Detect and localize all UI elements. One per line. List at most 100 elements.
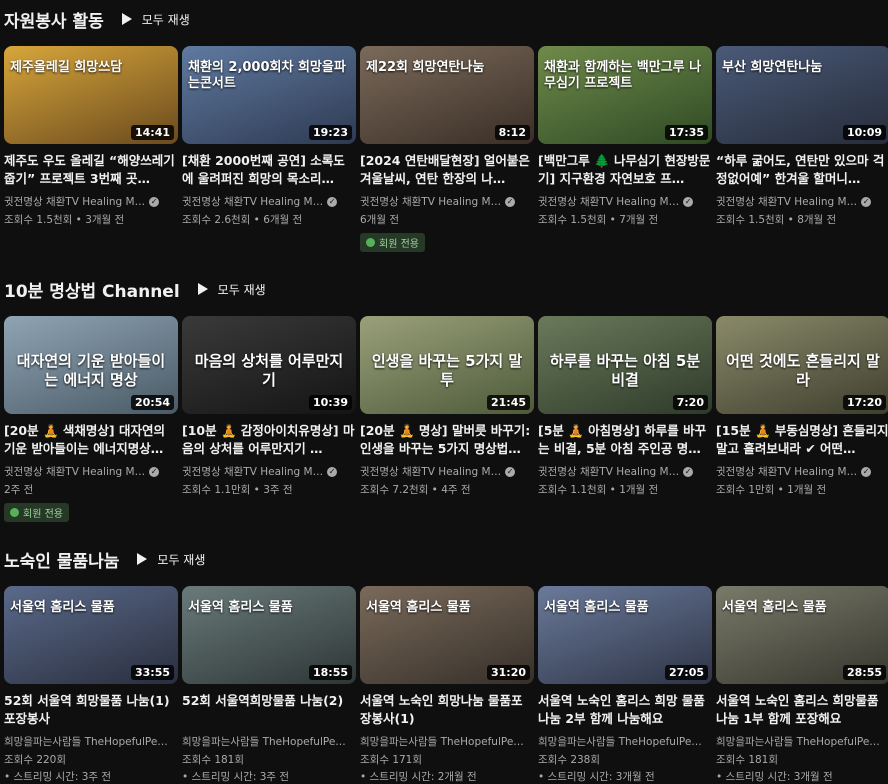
video-title[interactable]: [5분 🧘 아침명상] 하루를 바꾸는 비결, 5분 아침 주인공 명… [538,422,712,458]
video-thumbnail[interactable]: 어떤 것에도 흔들리지 말라 17:20 [716,316,888,414]
video-thumbnail[interactable]: 서울역 홈리스 물품 33:55 [4,586,178,684]
channel-name-text: 희망을파는사람들 TheHopefulPe… [182,736,346,748]
video-card[interactable]: 하루를 바꾸는 아침 5분 비결 7:20 [5분 🧘 아침명상] 하루를 바꾸는 … [538,316,712,497]
video-metadata: 조회수 1.5천회 • 3개월 전 [4,214,125,226]
video-thumbnail[interactable]: 제주올레길 희망쓰담 14:41 [4,46,178,144]
shelf-title[interactable]: 노숙인 물품나눔 [4,547,119,572]
verified-icon: ✓ [149,196,160,207]
members-icon [10,508,19,517]
duration-badge: 14:41 [130,125,174,140]
video-title[interactable]: 서울역 노숙인 희망나눔 물품포장봉사(1) [360,692,534,728]
thumbnail-caption: 채환의 2,000회차 희망을파는콘서트 [188,60,346,92]
channel-name-text: 희망을파는사람들 TheHopefulPe… [4,736,168,748]
channel-name[interactable]: 귓전명상 채환TV Healing M… ✓ [538,194,712,209]
thumbnail-caption: 하루를 바꾸는 아침 5분 비결 [549,352,701,389]
video-title-text: [10분 🧘 감정아이치유명상] 마음의 상처를 어루만지기 … [182,423,355,456]
channel-name[interactable]: 희망을파는사람들 TheHopefulPe… [4,734,178,749]
video-card[interactable]: 마음의 상처를 어루만지기 10:39 [10분 🧘 감정아이치유명상] 마음의 상… [182,316,356,497]
video-thumbnail[interactable]: 대자연의 기운 받아들이는 에너지 명상 20:54 [4,316,178,414]
video-title[interactable]: 제주도 우도 올레길 “해양쓰레기줍기” 프로젝트 3번째 곳… [4,152,178,188]
video-metadata: 조회수 2.6천회 • 6개월 전 [182,214,303,226]
shelf-title[interactable]: 자원봉사 활동 [4,7,104,32]
video-title[interactable]: [20분 🧘 색채명상] 대자연의 기운 받아들이는 에너지명상… [4,422,178,458]
play-all-button[interactable]: 모두 재생 [197,281,266,298]
video-card[interactable]: 대자연의 기운 받아들이는 에너지 명상 20:54 [20분 🧘 색채명상] 대자… [4,316,178,522]
video-title[interactable]: [채환 2000번째 공연] 소록도에 울려퍼진 희망의 목소리… [182,152,356,188]
video-title[interactable]: [2024 연탄배달현장] 얼어붙은 겨울날씨, 연탄 한장의 나… [360,152,534,188]
video-card[interactable]: 서울역 홈리스 물품 27:05 서울역 노숙인 홈리스 희망 물품 나눔 2부 함… [538,586,712,784]
channel-name[interactable]: 희망을파는사람들 TheHopefulPe… [360,734,534,749]
channel-name[interactable]: 귓전명상 채환TV Healing M… ✓ [360,464,534,479]
verified-icon: ✓ [861,196,872,207]
video-title[interactable]: [20분 🧘 명상] 말버릇 바꾸기: 인생을 바꾸는 5가지 명상법… [360,422,534,458]
channel-name[interactable]: 귓전명상 채환TV Healing M… ✓ [4,194,178,209]
video-metadata: 조회수 1.5천회 • 8개월 전 [716,214,837,226]
verified-icon: ✓ [327,196,338,207]
video-title[interactable]: [10분 🧘 감정아이치유명상] 마음의 상처를 어루만지기 … [182,422,356,458]
video-thumbnail[interactable]: 서울역 홈리스 물품 28:55 [716,586,888,684]
duration-badge: 28:55 [842,665,886,680]
video-card[interactable]: 부산 희망연탄나눔 10:09 “하루 굶어도, 연탄만 있으마 걱정없어예” 한겨… [716,46,888,227]
video-card[interactable]: 제22회 희망연탄나눔 8:12 [2024 연탄배달현장] 얼어붙은 겨울날씨, … [360,46,534,252]
video-card[interactable]: 채환의 2,000회차 희망을파는콘서트 19:23 [채환 2000번째 공연] … [182,46,356,227]
video-title-text: 52회 서울역 희망물품 나눔(1) 포장봉사 [4,693,170,726]
verified-icon: ✓ [505,466,516,477]
video-thumbnail[interactable]: 하루를 바꾸는 아침 5분 비결 7:20 [538,316,712,414]
video-thumbnail[interactable]: 서울역 홈리스 물품 18:55 [182,586,356,684]
channel-name[interactable]: 귓전명상 채환TV Healing M… ✓ [716,194,888,209]
channel-name-text: 귓전명상 채환TV Healing M… [360,466,502,478]
play-all-button[interactable]: 모두 재생 [121,11,190,28]
video-metadata: 조회수 1.1천회 • 1개월 전 [538,484,659,496]
video-card[interactable]: 서울역 홈리스 물품 18:55 52회 서울역희망물품 나눔(2) 희망을파는사람들… [182,586,356,784]
video-title-text: 제주도 우도 올레길 “해양쓰레기줍기” 프로젝트 3번째 곳… [4,153,175,186]
channel-name[interactable]: 희망을파는사람들 TheHopefulPe… [716,734,888,749]
video-card[interactable]: 서울역 홈리스 물품 33:55 52회 서울역 희망물품 나눔(1) 포장봉사희망… [4,586,178,784]
channel-name[interactable]: 귓전명상 채환TV Healing M… ✓ [360,194,534,209]
video-card[interactable]: 인생을 바꾸는 5가지 말투 21:45 [20분 🧘 명상] 말버릇 바꾸기: 인… [360,316,534,497]
video-title[interactable]: 52회 서울역희망물품 나눔(2) [182,692,356,728]
shelf-title[interactable]: 10분 명상법 Channel [4,277,180,302]
video-title[interactable]: [15분 🧘 부동심명상] 흔들리지 말고 흘려보내라 ✔ 어떤… [716,422,888,458]
channel-name[interactable]: 귓전명상 채환TV Healing M… ✓ [716,464,888,479]
video-thumbnail[interactable]: 제22회 희망연탄나눔 8:12 [360,46,534,144]
video-title[interactable]: 52회 서울역 희망물품 나눔(1) 포장봉사 [4,692,178,728]
video-thumbnail[interactable]: 인생을 바꾸는 5가지 말투 21:45 [360,316,534,414]
stream-time: • 스트리밍 시간: 3개월 전 [716,771,833,783]
duration-badge: 10:09 [842,125,886,140]
channel-name-text: 귓전명상 채환TV Healing M… [538,196,680,208]
shelf-header: 자원봉사 활동 모두 재생 [4,4,190,34]
video-thumbnail[interactable]: 채환의 2,000회차 희망을파는콘서트 19:23 [182,46,356,144]
video-metadata: 조회수 171회 [360,754,423,766]
channel-name[interactable]: 희망을파는사람들 TheHopefulPe… [538,734,712,749]
channel-name[interactable]: 귓전명상 채환TV Healing M… ✓ [182,194,356,209]
video-thumbnail[interactable]: 서울역 홈리스 물품 31:20 [360,586,534,684]
channel-name[interactable]: 귓전명상 채환TV Healing M… ✓ [538,464,712,479]
thumbnail-caption: 제주올레길 희망쓰담 [10,60,123,75]
duration-badge: 33:55 [130,665,174,680]
channel-name[interactable]: 희망을파는사람들 TheHopefulPe… [182,734,356,749]
duration-badge: 8:12 [494,125,530,140]
video-card[interactable]: 제주올레길 희망쓰담 14:41 제주도 우도 올레길 “해양쓰레기줍기” 프로젝트… [4,46,178,227]
video-title[interactable]: 서울역 노숙인 홈리스 희망물품 나눔 1부 함께 포장해요 [716,692,888,728]
video-thumbnail[interactable]: 서울역 홈리스 물품 27:05 [538,586,712,684]
channel-name[interactable]: 귓전명상 채환TV Healing M… ✓ [4,464,178,479]
shelf-header: 10분 명상법 Channel 모두 재생 [4,274,266,304]
video-title[interactable]: 서울역 노숙인 홈리스 희망 물품 나눔 2부 함께 나눔해요 [538,692,712,728]
video-thumbnail[interactable]: 부산 희망연탄나눔 10:09 [716,46,888,144]
stream-time: • 스트리밍 시간: 2개월 전 [360,771,477,783]
video-metadata: 6개월 전 [360,214,399,226]
video-title[interactable]: “하루 굶어도, 연탄만 있으마 걱정없어예” 한겨울 할머니… [716,152,888,188]
video-thumbnail[interactable]: 마음의 상처를 어루만지기 10:39 [182,316,356,414]
video-card[interactable]: 서울역 홈리스 물품 28:55 서울역 노숙인 홈리스 희망물품 나눔 1부 함께… [716,586,888,784]
video-card[interactable]: 채환과 함께하는 백만그루 나무심기 프로젝트 17:35 [백만그루 🌲 나무심기… [538,46,712,227]
video-title-text: [5분 🧘 아침명상] 하루를 바꾸는 비결, 5분 아침 주인공 명… [538,423,707,456]
video-card[interactable]: 서울역 홈리스 물품 31:20 서울역 노숙인 희망나눔 물품포장봉사(1) 희망을… [360,586,534,784]
video-card[interactable]: 어떤 것에도 흔들리지 말라 17:20 [15분 🧘 부동심명상] 흔들리지 말고… [716,316,888,497]
channel-name-text: 희망을파는사람들 TheHopefulPe… [716,736,880,748]
duration-badge: 17:20 [842,395,886,410]
video-title[interactable]: [백만그루 🌲 나무심기 현장방문기] 지구환경 자연보호 프… [538,152,712,188]
video-thumbnail[interactable]: 채환과 함께하는 백만그루 나무심기 프로젝트 17:35 [538,46,712,144]
play-all-button[interactable]: 모두 재생 [137,551,205,568]
channel-name[interactable]: 귓전명상 채환TV Healing M… ✓ [182,464,356,479]
stream-time: • 스트리밍 시간: 3개월 전 [538,771,655,783]
